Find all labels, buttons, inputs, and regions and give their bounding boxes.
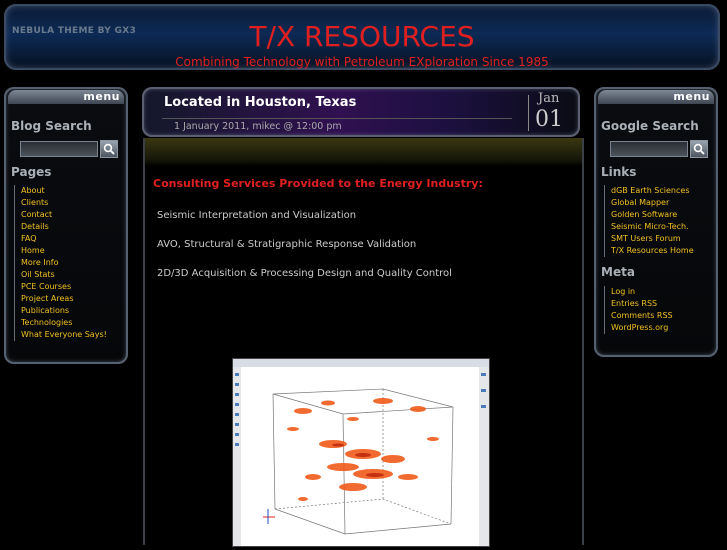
- post-header: Located in Houston, Texas 1 January 2011…: [142, 87, 580, 137]
- google-search-button[interactable]: [690, 140, 708, 158]
- links-list: dGB Earth Sciences Global Mapper Golden So…: [604, 185, 694, 257]
- menu-label: menu: [673, 90, 710, 103]
- service-item: AVO, Structural & Stratigraphic Response…: [157, 239, 417, 250]
- sidebar-external-link[interactable]: T/X Resources Home: [605, 245, 694, 257]
- right-sidebar: menu Google Search Links dGB Earth Scien…: [594, 87, 718, 357]
- sidebar-external-link[interactable]: Golden Software: [605, 209, 694, 221]
- consulting-heading: Consulting Services Provided to the Ener…: [153, 177, 483, 190]
- sidebar-page-link[interactable]: Project Areas: [15, 293, 107, 305]
- pages-list: About Clients Contact Details FAQ Home More In…: [14, 185, 107, 341]
- service-item: 2D/3D Acquisition & Processing Design an…: [157, 268, 452, 279]
- sidebar-meta-link[interactable]: WordPress.org: [605, 322, 673, 334]
- sidebar-meta-link[interactable]: Log in: [605, 286, 673, 298]
- sidebar-page-link[interactable]: FAQ: [15, 233, 107, 245]
- menu-bar: menu: [8, 90, 124, 104]
- post-title[interactable]: Located in Houston, Texas: [164, 95, 356, 110]
- sidebar-page-link[interactable]: Contact: [15, 209, 107, 221]
- blog-search-title: Blog Search: [11, 119, 92, 133]
- sidebar-external-link[interactable]: Seismic Micro-Tech.: [605, 221, 694, 233]
- sidebar-page-link[interactable]: Technologies: [15, 317, 107, 329]
- sidebar-page-link[interactable]: About: [15, 185, 107, 197]
- divider: [162, 118, 512, 119]
- search-input[interactable]: [20, 141, 98, 157]
- sidebar-page-link[interactable]: Home: [15, 245, 107, 257]
- search-icon: [693, 143, 705, 155]
- menu-bar: menu: [598, 90, 714, 104]
- date-month: Jan: [538, 91, 560, 106]
- sidebar-page-link[interactable]: More Info: [15, 257, 107, 269]
- site-header: NEBULA THEME BY GX3 T/X RESOURCES Combin…: [4, 4, 720, 70]
- google-search-title: Google Search: [601, 119, 699, 133]
- meta-list: Log in Entries RSS Comments RSS WordPress.o…: [604, 286, 673, 334]
- seismic-3d-image: [232, 358, 490, 547]
- sidebar-page-link[interactable]: PCE Courses: [15, 281, 107, 293]
- post-body: Consulting Services Provided to the Ener…: [143, 138, 584, 547]
- site-tagline: Combining Technology with Petroleum EXpl…: [175, 55, 549, 69]
- left-sidebar: menu Blog Search Pages About Clients Conta…: [4, 87, 128, 364]
- links-title: Links: [601, 165, 637, 179]
- date-day: 01: [535, 107, 563, 132]
- sidebar-external-link[interactable]: dGB Earth Sciences: [605, 185, 694, 197]
- search-button[interactable]: [100, 140, 118, 158]
- meta-title: Meta: [601, 265, 635, 279]
- sidebar-meta-link[interactable]: Comments RSS: [605, 310, 673, 322]
- pages-title: Pages: [11, 165, 52, 179]
- sidebar-meta-link[interactable]: Entries RSS: [605, 298, 673, 310]
- sidebar-page-link[interactable]: Clients: [15, 197, 107, 209]
- menu-label: menu: [83, 90, 120, 103]
- sidebar-page-link[interactable]: Publications: [15, 305, 107, 317]
- sidebar-page-link[interactable]: Details: [15, 221, 107, 233]
- search-icon: [103, 143, 115, 155]
- sidebar-page-link[interactable]: Oil Stats: [15, 269, 107, 281]
- sidebar-external-link[interactable]: SMT Users Forum: [605, 233, 694, 245]
- sidebar-external-link[interactable]: Global Mapper: [605, 197, 694, 209]
- service-item: Seismic Interpretation and Visualization: [157, 210, 357, 221]
- post-meta: 1 January 2011, mikec @ 12:00 pm: [174, 121, 342, 132]
- sidebar-page-link[interactable]: What Everyone Says!: [15, 329, 107, 341]
- site-title[interactable]: T/X RESOURCES: [4, 20, 720, 53]
- divider: [528, 95, 529, 131]
- google-search-input[interactable]: [610, 141, 688, 157]
